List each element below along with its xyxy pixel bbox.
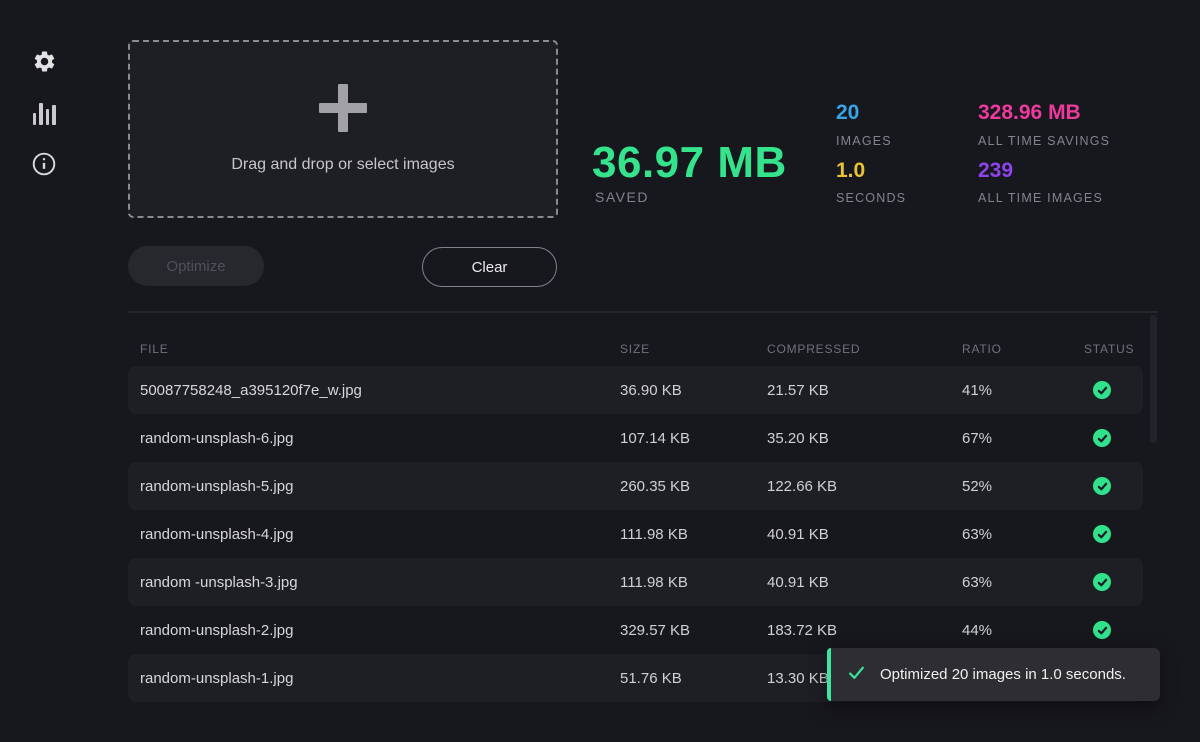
ratio-cell: 41%: [962, 382, 1084, 399]
file-cell: random-unsplash-5.jpg: [128, 478, 620, 495]
compressed-cell: 122.66 KB: [767, 478, 962, 495]
table-scrollbar-thumb[interactable]: [1150, 315, 1157, 443]
dropzone[interactable]: Drag and drop or select images: [128, 40, 558, 218]
results-table: FILE SIZE COMPRESSED RATIO STATUS 500877…: [128, 332, 1143, 702]
info-button[interactable]: [30, 150, 58, 178]
ratio-cell: 67%: [962, 430, 1084, 447]
toast-notification[interactable]: Optimized 20 images in 1.0 seconds.: [827, 648, 1160, 701]
file-cell: 50087758248_a395120f7e_w.jpg: [128, 382, 620, 399]
header-size: SIZE: [620, 342, 767, 356]
header-ratio: RATIO: [962, 342, 1084, 356]
bar-chart-icon: [33, 100, 56, 125]
toast-check-icon: [848, 664, 865, 685]
status-check-icon: [1093, 525, 1111, 543]
seconds-label: SECONDS: [836, 191, 906, 205]
clear-button[interactable]: Clear: [422, 247, 557, 287]
table-row[interactable]: random -unsplash-3.jpg 111.98 KB 40.91 K…: [128, 558, 1143, 606]
optimize-button[interactable]: Optimize: [128, 246, 264, 286]
seconds-value: 1.0: [836, 159, 865, 183]
images-label: IMAGES: [836, 134, 892, 148]
all-time-savings-value: 328.96 MB: [978, 101, 1081, 125]
saved-label: SAVED: [595, 189, 649, 205]
size-cell: 36.90 KB: [620, 382, 767, 399]
gear-icon: [32, 49, 57, 74]
size-cell: 107.14 KB: [620, 430, 767, 447]
status-check-icon: [1093, 477, 1111, 495]
header-compressed: COMPRESSED: [767, 342, 962, 356]
settings-button[interactable]: [30, 47, 58, 75]
size-cell: 51.76 KB: [620, 670, 767, 687]
images-value: 20: [836, 101, 859, 125]
info-icon: [31, 151, 57, 177]
stats-button[interactable]: [30, 98, 58, 126]
table-row[interactable]: random-unsplash-4.jpg 111.98 KB 40.91 KB…: [128, 510, 1143, 558]
compressed-cell: 40.91 KB: [767, 526, 962, 543]
table-row[interactable]: random-unsplash-2.jpg 329.57 KB 183.72 K…: [128, 606, 1143, 654]
status-check-icon: [1093, 429, 1111, 447]
ratio-cell: 63%: [962, 574, 1084, 591]
file-cell: random-unsplash-2.jpg: [128, 622, 620, 639]
compressed-cell: 183.72 KB: [767, 622, 962, 639]
plus-icon: [319, 84, 367, 132]
file-cell: random-unsplash-4.jpg: [128, 526, 620, 543]
size-cell: 111.98 KB: [620, 574, 767, 591]
table-header-row: FILE SIZE COMPRESSED RATIO STATUS: [128, 332, 1143, 366]
file-cell: random-unsplash-1.jpg: [128, 670, 620, 687]
header-status: STATUS: [1084, 342, 1143, 356]
ratio-cell: 63%: [962, 526, 1084, 543]
status-check-icon: [1093, 381, 1111, 399]
all-time-images-label: ALL TIME IMAGES: [978, 191, 1103, 205]
table-row[interactable]: random-unsplash-5.jpg 260.35 KB 122.66 K…: [128, 462, 1143, 510]
dropzone-label: Drag and drop or select images: [231, 156, 454, 174]
section-divider: [128, 311, 1158, 313]
table-row[interactable]: 50087758248_a395120f7e_w.jpg 36.90 KB 21…: [128, 366, 1143, 414]
status-check-icon: [1093, 573, 1111, 591]
ratio-cell: 44%: [962, 622, 1084, 639]
compressed-cell: 21.57 KB: [767, 382, 962, 399]
size-cell: 111.98 KB: [620, 526, 767, 543]
size-cell: 260.35 KB: [620, 478, 767, 495]
compressed-cell: 35.20 KB: [767, 430, 962, 447]
saved-value: 36.97 MB: [592, 138, 787, 188]
all-time-savings-label: ALL TIME SAVINGS: [978, 134, 1110, 148]
file-cell: random-unsplash-6.jpg: [128, 430, 620, 447]
ratio-cell: 52%: [962, 478, 1084, 495]
table-row[interactable]: random-unsplash-6.jpg 107.14 KB 35.20 KB…: [128, 414, 1143, 462]
file-cell: random -unsplash-3.jpg: [128, 574, 620, 591]
size-cell: 329.57 KB: [620, 622, 767, 639]
all-time-images-value: 239: [978, 159, 1013, 183]
status-check-icon: [1093, 621, 1111, 639]
toast-message: Optimized 20 images in 1.0 seconds.: [880, 666, 1126, 683]
compressed-cell: 40.91 KB: [767, 574, 962, 591]
header-file: FILE: [128, 342, 620, 356]
